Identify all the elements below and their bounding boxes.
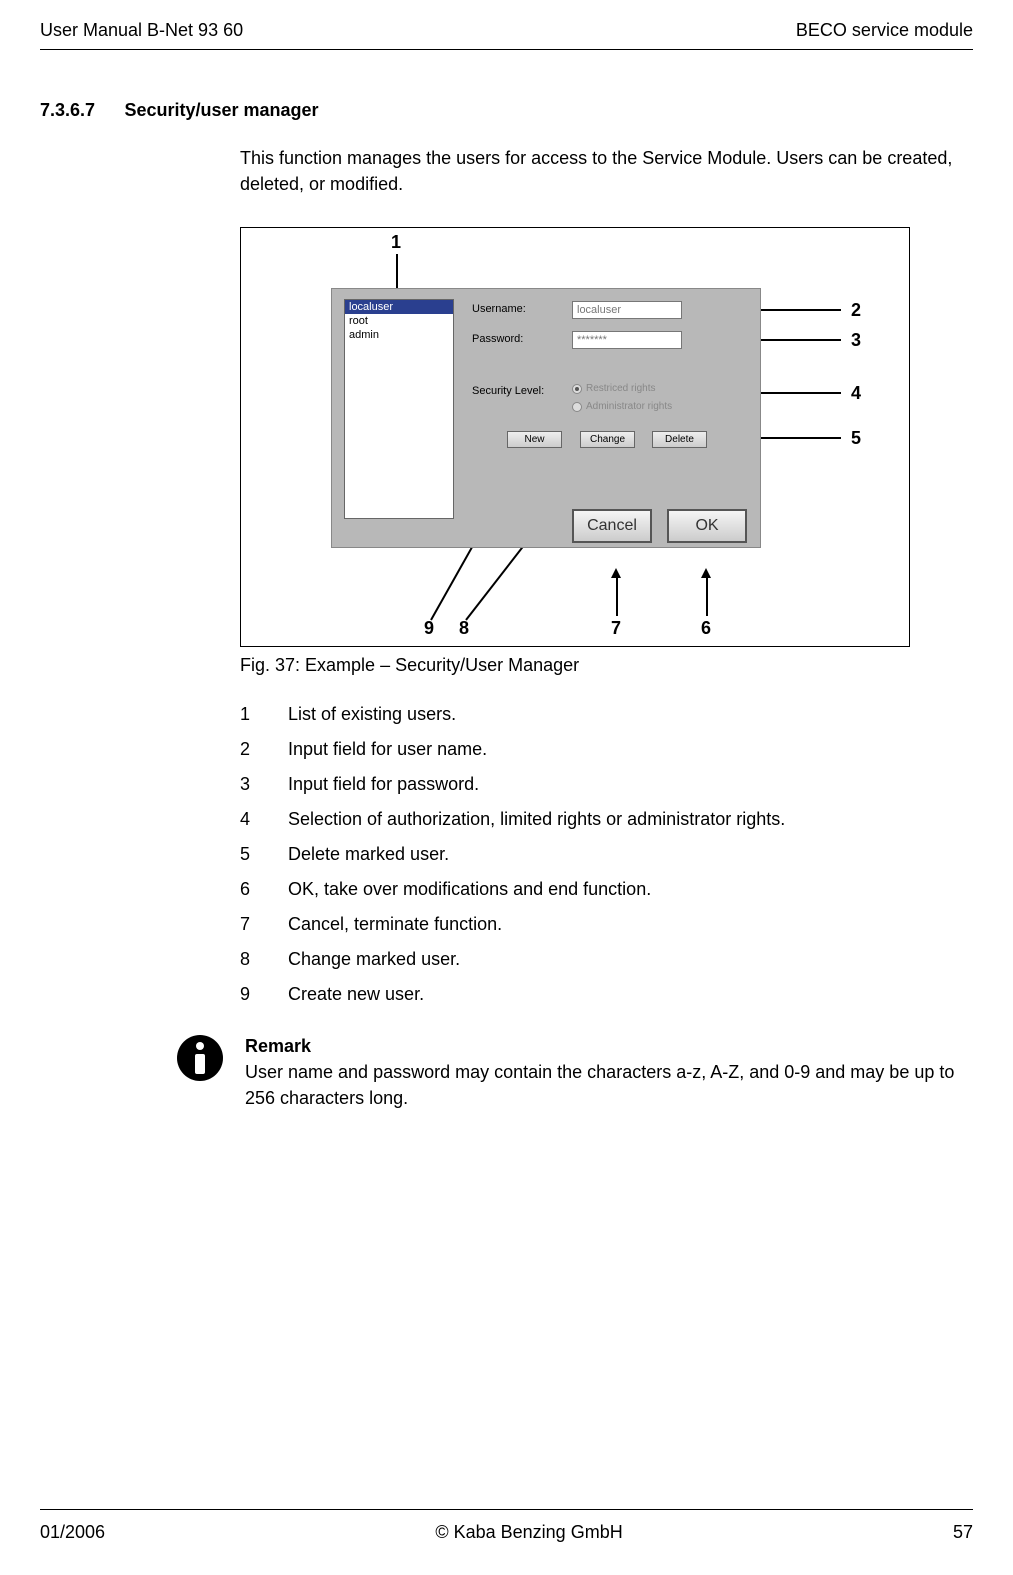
list-text: List of existing users. [288,704,456,725]
callout-9: 9 [424,618,434,639]
list-item: 9 Create new user. [240,984,963,1005]
arrow-5-line [761,437,841,439]
radio-admin[interactable]: Administrator rights [572,401,672,412]
list-text: Input field for password. [288,774,479,795]
intro-paragraph: This function manages the users for acce… [240,145,963,197]
list-item: 3 Input field for password. [240,774,963,795]
remark-body: User name and password may contain the c… [245,1059,963,1111]
footer-right: 57 [953,1522,973,1543]
list-num: 6 [240,879,258,900]
callout-6: 6 [701,618,711,639]
user-list-item-admin[interactable]: admin [345,328,453,342]
list-item: 4 Selection of authorization, limited rig… [240,809,963,830]
page-footer: 01/2006 © Kaba Benzing GmbH 57 [40,1522,973,1543]
page-header: User Manual B-Net 93 60 BECO service mod… [40,20,973,41]
password-label: Password: [472,333,523,345]
list-item: 5 Delete marked user. [240,844,963,865]
list-text: Selection of authorization, limited righ… [288,809,785,830]
callout-8: 8 [459,618,469,639]
list-num: 8 [240,949,258,970]
user-list[interactable]: localuser root admin [344,299,454,519]
list-num: 9 [240,984,258,1005]
list-text: Delete marked user. [288,844,449,865]
seclevel-label: Security Level: [472,385,544,397]
callout-2: 2 [851,300,861,321]
footer-rule [40,1509,973,1510]
user-manager-dialog: localuser root admin Username: Password:… [331,288,761,548]
cancel-button[interactable]: Cancel [572,509,652,543]
footer-left: 01/2006 [40,1522,105,1543]
user-list-item-root[interactable]: root [345,314,453,328]
radio-admin-label: Administrator rights [586,401,672,412]
list-num: 1 [240,704,258,725]
callout-5: 5 [851,428,861,449]
section-heading: 7.3.6.7 Security/user manager [40,100,973,121]
password-input[interactable] [572,331,682,349]
footer-center: © Kaba Benzing GmbH [435,1522,622,1543]
radio-admin-dot[interactable] [572,402,582,412]
remark-block: Remark User name and password may contai… [175,1033,963,1111]
header-right: BECO service module [796,20,973,41]
figure-37: 1 2 3 4 5 6 7 8 9 [240,227,910,647]
ok-button[interactable]: OK [667,509,747,543]
list-item: 7 Cancel, terminate function. [240,914,963,935]
list-num: 4 [240,809,258,830]
arrow-2-line [761,309,841,311]
list-text: Cancel, terminate function. [288,914,502,935]
list-text: Change marked user. [288,949,460,970]
radio-restricted-dot[interactable] [572,384,582,394]
username-input[interactable] [572,301,682,319]
header-left: User Manual B-Net 93 60 [40,20,243,41]
list-text: Create new user. [288,984,424,1005]
callout-3: 3 [851,330,861,351]
list-num: 2 [240,739,258,760]
arrow-6-line [706,578,708,616]
arrow-7-head [611,568,621,578]
arrow-6-head [701,568,711,578]
arrow-4-line [761,392,841,394]
new-button[interactable]: New [507,431,562,448]
arrow-7-line [616,578,618,616]
list-item: 8 Change marked user. [240,949,963,970]
username-label: Username: [472,303,526,315]
list-item: 2 Input field for user name. [240,739,963,760]
figure-caption: Fig. 37: Example – Security/User Manager [240,655,963,676]
change-button[interactable]: Change [580,431,635,448]
radio-restricted[interactable]: Restriced rights [572,383,655,394]
section-title: Security/user manager [124,100,318,120]
callout-7: 7 [611,618,621,639]
arrow-3-line [761,339,841,341]
list-item: 1 List of existing users. [240,704,963,725]
callout-4: 4 [851,383,861,404]
header-rule [40,49,973,50]
list-num: 3 [240,774,258,795]
list-text: Input field for user name. [288,739,487,760]
list-num: 7 [240,914,258,935]
list-item: 6 OK, take over modifications and end fun… [240,879,963,900]
legend-list: 1 List of existing users. 2 Input field fo… [240,704,963,1005]
callout-1: 1 [391,232,401,253]
list-num: 5 [240,844,258,865]
remark-heading: Remark [245,1033,963,1059]
list-text: OK, take over modifications and end func… [288,879,651,900]
user-list-item-localuser[interactable]: localuser [345,300,453,314]
section-number: 7.3.6.7 [40,100,120,121]
radio-restricted-label: Restriced rights [586,383,655,394]
delete-button[interactable]: Delete [652,431,707,448]
info-icon [175,1033,225,1083]
